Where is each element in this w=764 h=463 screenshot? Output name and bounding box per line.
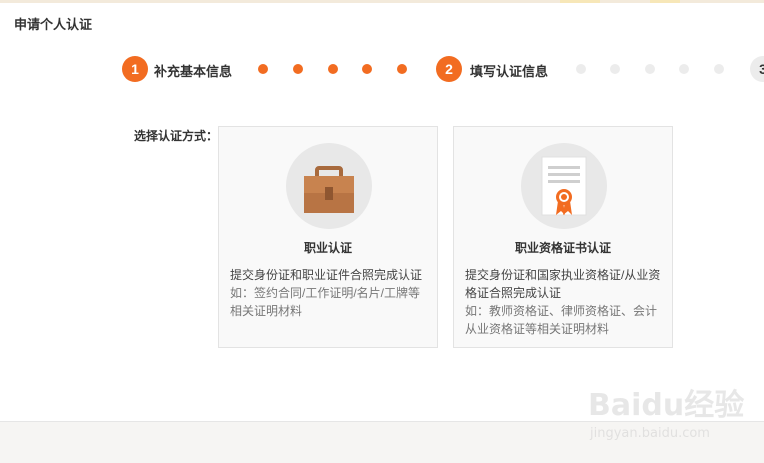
card-description: 提交身份证和职业证件合照完成认证 bbox=[230, 268, 423, 282]
card-example: 如：签约合同/工作证明/名片/工牌等相关证明材料 bbox=[230, 286, 421, 318]
progress-dot bbox=[714, 64, 724, 74]
certificate-icon-circle bbox=[521, 143, 607, 229]
page-title: 申请个人认证 bbox=[14, 17, 93, 32]
step-1-label: 补充基本信息 bbox=[154, 64, 233, 79]
method-label: 选择认证方式： bbox=[134, 129, 219, 143]
watermark-url: jingyan.baidu.com bbox=[590, 426, 710, 441]
progress-dot bbox=[645, 64, 655, 74]
progress-dot bbox=[679, 64, 689, 74]
card-title: 职业认证 bbox=[303, 241, 352, 255]
progress-dot bbox=[576, 64, 586, 74]
card-title: 职业资格证书认证 bbox=[514, 241, 611, 255]
step-3-number: 3 bbox=[750, 56, 764, 82]
watermark-brand: Baidu经验 bbox=[588, 388, 745, 423]
top-strip bbox=[0, 0, 764, 3]
certificate-icon bbox=[541, 156, 587, 216]
progress-dot bbox=[328, 64, 338, 74]
top-strip-segment bbox=[650, 0, 680, 3]
card-qualification-auth[interactable]: 职业资格证书认证 提交身份证和国家执业资格证/从业资格证合照完成认证 如：教师资… bbox=[453, 126, 673, 348]
progress-dot bbox=[258, 64, 268, 74]
briefcase-icon-circle bbox=[286, 143, 372, 229]
card-example: 如：教师资格证、律师资格证、会计从业资格证等相关证明材料 bbox=[465, 304, 658, 336]
watermark: Baidu经验 jingyan.baidu.com bbox=[588, 380, 748, 450]
progress-steps: 1 补充基本信息 2 填写认证信息 3 bbox=[0, 56, 764, 84]
card-description: 提交身份证和国家执业资格证/从业资格证合照完成认证 bbox=[465, 268, 661, 300]
top-strip-segment bbox=[560, 0, 600, 3]
progress-dot bbox=[610, 64, 620, 74]
briefcase-icon bbox=[304, 166, 354, 213]
step-2-number: 2 bbox=[436, 56, 462, 82]
step-2-label: 填写认证信息 bbox=[470, 64, 549, 79]
progress-dot bbox=[293, 64, 303, 74]
progress-dot bbox=[362, 64, 372, 74]
card-occupation-auth[interactable]: 职业认证 提交身份证和职业证件合照完成认证 如：签约合同/工作证明/名片/工牌等… bbox=[218, 126, 438, 348]
progress-dot bbox=[397, 64, 407, 74]
step-1-number: 1 bbox=[122, 56, 148, 82]
